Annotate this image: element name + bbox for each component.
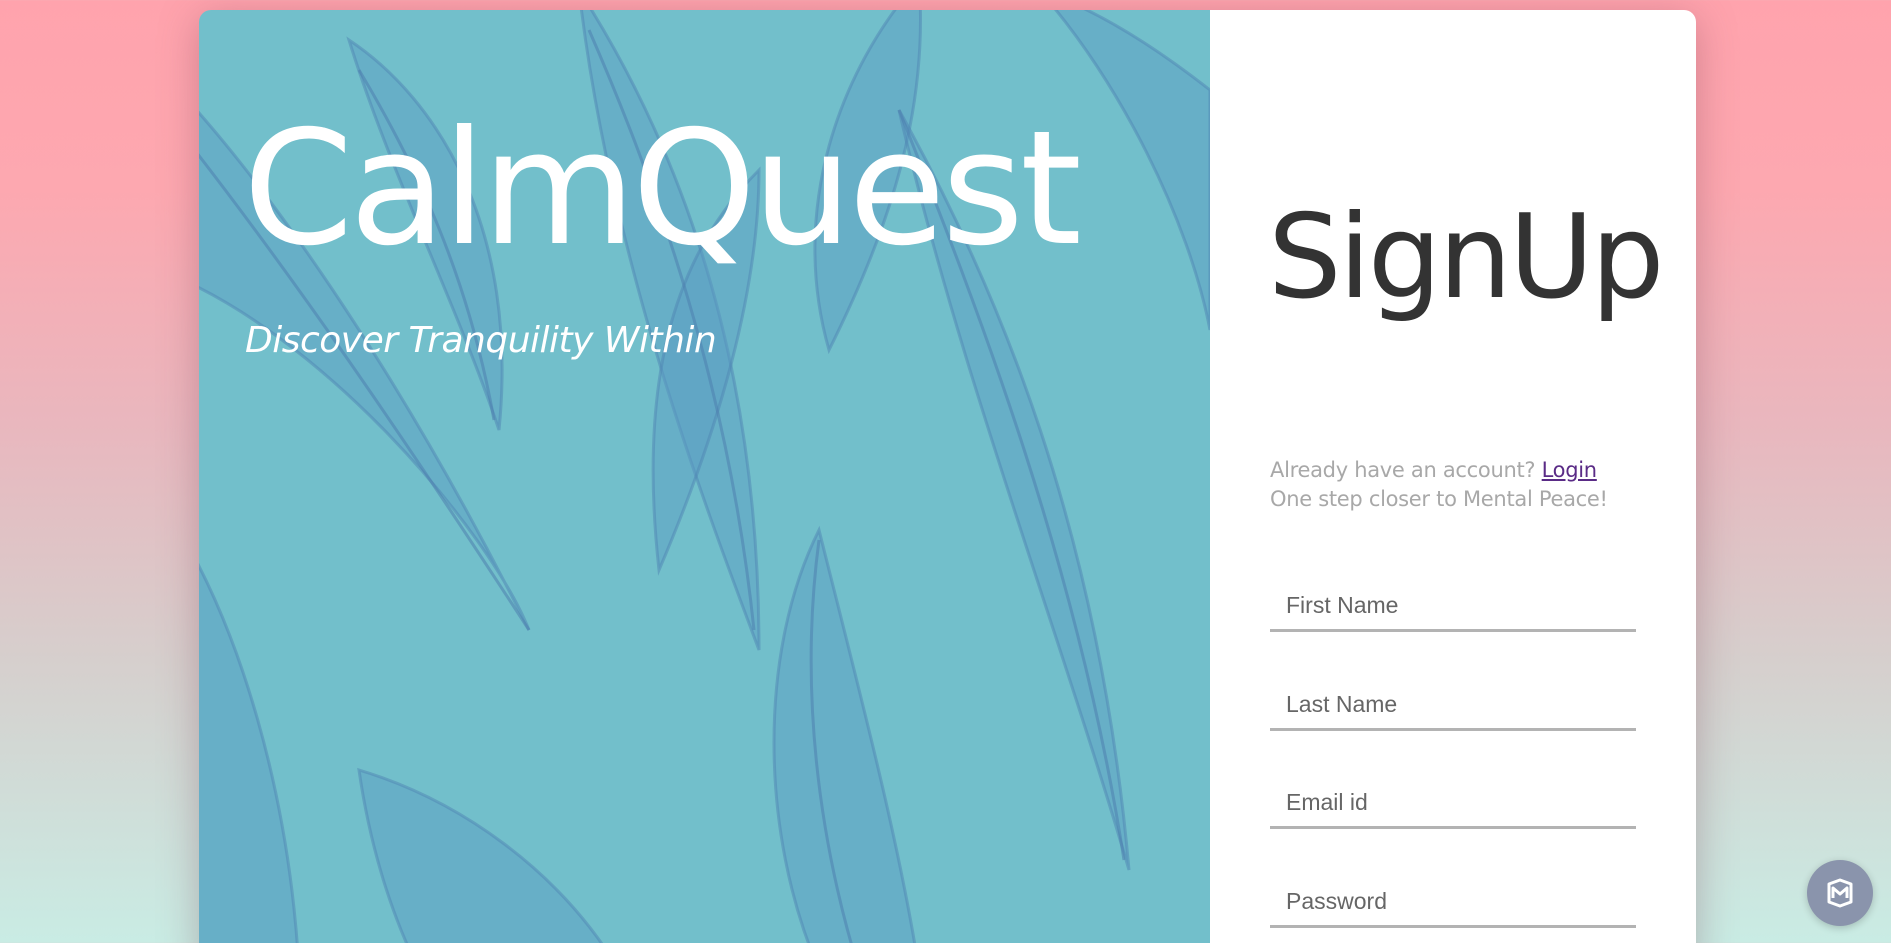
already-account-text: Already have an account? bbox=[1270, 458, 1536, 482]
last-name-input[interactable] bbox=[1270, 681, 1636, 731]
signup-title: SignUp bbox=[1268, 190, 1665, 325]
shield-m-icon bbox=[1827, 878, 1853, 908]
signup-subtitle: One step closer to Mental Peace! bbox=[1270, 487, 1608, 511]
account-prompt: Already have an account? Login One step … bbox=[1270, 456, 1608, 514]
brand-title: CalmQuest bbox=[243, 97, 1082, 281]
password-input[interactable] bbox=[1270, 878, 1636, 928]
signup-card: CalmQuest Discover Tranquility Within Si… bbox=[199, 10, 1696, 943]
login-link[interactable]: Login bbox=[1542, 458, 1597, 482]
first-name-input[interactable] bbox=[1270, 582, 1636, 632]
hero-panel: CalmQuest Discover Tranquility Within bbox=[199, 10, 1210, 943]
brand-tagline: Discover Tranquility Within bbox=[245, 320, 717, 361]
email-input[interactable] bbox=[1270, 779, 1636, 829]
security-widget-button[interactable] bbox=[1807, 860, 1873, 926]
signup-panel: SignUp Already have an account? Login On… bbox=[1210, 10, 1696, 943]
